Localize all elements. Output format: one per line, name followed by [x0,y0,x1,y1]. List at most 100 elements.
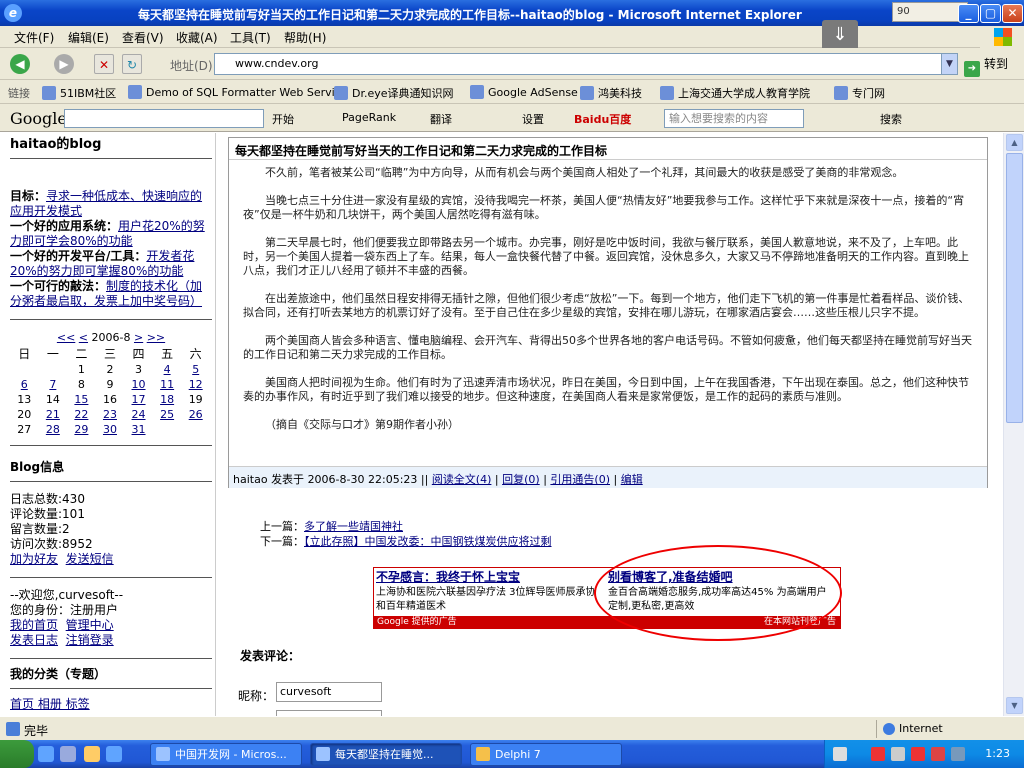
settings-button[interactable]: 设置 [522,111,544,127]
pagerank-button[interactable]: PageRank [342,111,396,124]
add-friend-link[interactable]: 加为好友 [10,552,58,566]
close-button[interactable]: ✕ [1002,4,1023,23]
calendar-day[interactable]: 29 [67,422,96,437]
calendar-day[interactable]: 4 [153,362,182,377]
google-search-input[interactable] [64,109,264,128]
nickname-input[interactable]: curvesoft [276,682,382,702]
maximize-button[interactable]: ▢ [980,4,1001,23]
ad-advertise-link[interactable]: 在本网站刊登广告 [764,616,836,629]
calendar-day[interactable]: 5 [181,362,210,377]
go-label: 转到 [984,57,1009,71]
calendar-day[interactable]: 17 [124,392,153,407]
goal-line: 目标：寻求一种低成本、快速响应的应用开发模式 [10,189,203,218]
translate-button[interactable]: 翻译 [430,111,452,127]
volume-tray-icon[interactable] [951,747,965,761]
trackback-link[interactable]: 引用通告(0) [550,473,610,486]
tool-line: 一个好的开发平台/工具：开发者花20%的努力即可掌握80%的功能 [10,249,195,278]
search-button[interactable]: 搜索 [880,111,902,127]
start-button[interactable] [0,740,34,768]
cal-prev-month[interactable]: < [79,331,88,344]
minimize-button[interactable]: _ [958,4,979,23]
cal-prev-year[interactable]: << [57,331,75,344]
tray-icon-2[interactable] [891,747,905,761]
cal-next-month[interactable]: > [134,331,143,344]
read-full-link[interactable]: 阅读全文(4) [432,473,492,486]
tray-icon-3[interactable] [911,747,925,761]
prev-post-link[interactable]: 多了解一些靖国神社 [304,520,403,533]
admin-link[interactable]: 管理中心 [66,618,114,632]
calendar-day[interactable]: 22 [67,407,96,422]
calendar-day[interactable]: 28 [39,422,68,437]
calendar-day[interactable]: 6 [10,377,39,392]
menu-file[interactable]: 文件(F) [14,29,54,46]
task-blog[interactable]: 每天都坚持在睡觉... [310,743,462,766]
calendar-day[interactable]: 11 [153,377,182,392]
category-links[interactable]: 首页 相册 标签 [10,697,212,712]
ad2-title[interactable]: 别看博客了,准备结婚吧 [608,570,733,584]
keyboard-tray-icon[interactable] [833,747,847,761]
scroll-down-icon[interactable]: ▼ [1006,697,1023,714]
post-log-link[interactable]: 发表日志 [10,633,58,647]
calendar-day[interactable]: 31 [124,422,153,437]
task-cndev[interactable]: 中国开发网 - Micros... [150,743,302,766]
address-input[interactable]: www.cndev.org [214,53,958,75]
logout-link[interactable]: 注销登录 [66,633,114,647]
menu-favorites[interactable]: 收藏(A) [176,29,218,46]
menu-view[interactable]: 查看(V) [122,29,164,46]
go-button[interactable]: ➜ 转到 [964,54,1020,77]
scroll-up-icon[interactable]: ▲ [1006,134,1023,151]
cal-next-year[interactable]: >> [147,331,165,344]
baidu-search-input[interactable]: 输入想要搜索的内容 [664,109,804,128]
calendar-day[interactable]: 21 [39,407,68,422]
task-delphi[interactable]: Delphi 7 [470,743,622,766]
ad1-title[interactable]: 不孕感言：我终于怀上宝宝 [376,570,520,584]
calendar-day[interactable]: 18 [153,392,182,407]
input-method-toolbar[interactable]: 90 [892,2,968,22]
scroll-thumb[interactable] [1006,153,1023,423]
ie-logo-icon[interactable]: e [4,4,22,22]
next-post-link[interactable]: 【立此存照】中国发改委：中国钢铁煤炭供应将过剩 [304,535,552,548]
ad-provider[interactable]: Google 提供的广告 [377,617,457,627]
tray-icon-1[interactable] [871,747,885,761]
explorer-quicklaunch-icon[interactable] [60,746,76,762]
calendar-day[interactable]: 25 [153,407,182,422]
edit-link[interactable]: 编辑 [621,473,643,486]
vertical-scrollbar[interactable]: ▲ ▼ [1003,133,1024,716]
forward-arrow-icon[interactable]: ▶ [54,54,74,74]
weekday-header: 日 [18,347,31,361]
calendar-nav: << < 2006-8 > >> [10,330,212,345]
link-dreye[interactable]: Dr.eye译典通知识网 [334,85,454,101]
send-msg-link[interactable]: 发送短信 [66,552,114,566]
calendar-day[interactable]: 10 [124,377,153,392]
ie-quicklaunch-icon[interactable] [38,746,54,762]
calendar-day[interactable]: 24 [124,407,153,422]
stop-icon[interactable]: ✕ [94,54,114,74]
back-arrow-icon[interactable]: ◀ [10,54,30,74]
nick-label: 昵称： [238,689,275,703]
tray-icon-4[interactable] [931,747,945,761]
link-adsense[interactable]: Google AdSense [470,85,578,99]
link-hongmei[interactable]: 鸿美科技 [580,85,642,101]
calendar: 日一二三四五六 1 2 3 4 5 6 7 8 9 10 11 12 13 14 15 16 17 18 19 20 2… [10,347,210,437]
calendar-day[interactable]: 30 [96,422,125,437]
google-start-button[interactable]: 开始 [272,111,294,127]
calendar-day[interactable]: 12 [181,377,210,392]
refresh-icon[interactable]: ↻ [122,54,142,74]
link-zhuanmen[interactable]: 专门网 [834,85,885,101]
calendar-day[interactable]: 26 [181,407,210,422]
app-quicklaunch-icon[interactable] [84,746,100,762]
link-sjtu[interactable]: 上海交通大学成人教育学院 [660,85,810,101]
desktop-quicklaunch-icon[interactable] [106,746,122,762]
page-icon [128,85,142,99]
address-dropdown-icon[interactable]: ▼ [941,54,957,74]
my-home-link[interactable]: 我的首页 [10,618,58,632]
menu-tools[interactable]: 工具(T) [230,29,271,46]
link-51ibm[interactable]: 51IBM社区 [42,85,116,101]
reply-link[interactable]: 回复(0) [502,473,540,486]
calendar-day[interactable]: 15 [67,392,96,407]
link-sql-formatter[interactable]: Demo of SQL Formatter Web Service [128,85,348,99]
calendar-day[interactable]: 7 [39,377,68,392]
menu-edit[interactable]: 编辑(E) [68,29,109,46]
calendar-day[interactable]: 23 [96,407,125,422]
menu-help[interactable]: 帮助(H) [284,29,326,46]
